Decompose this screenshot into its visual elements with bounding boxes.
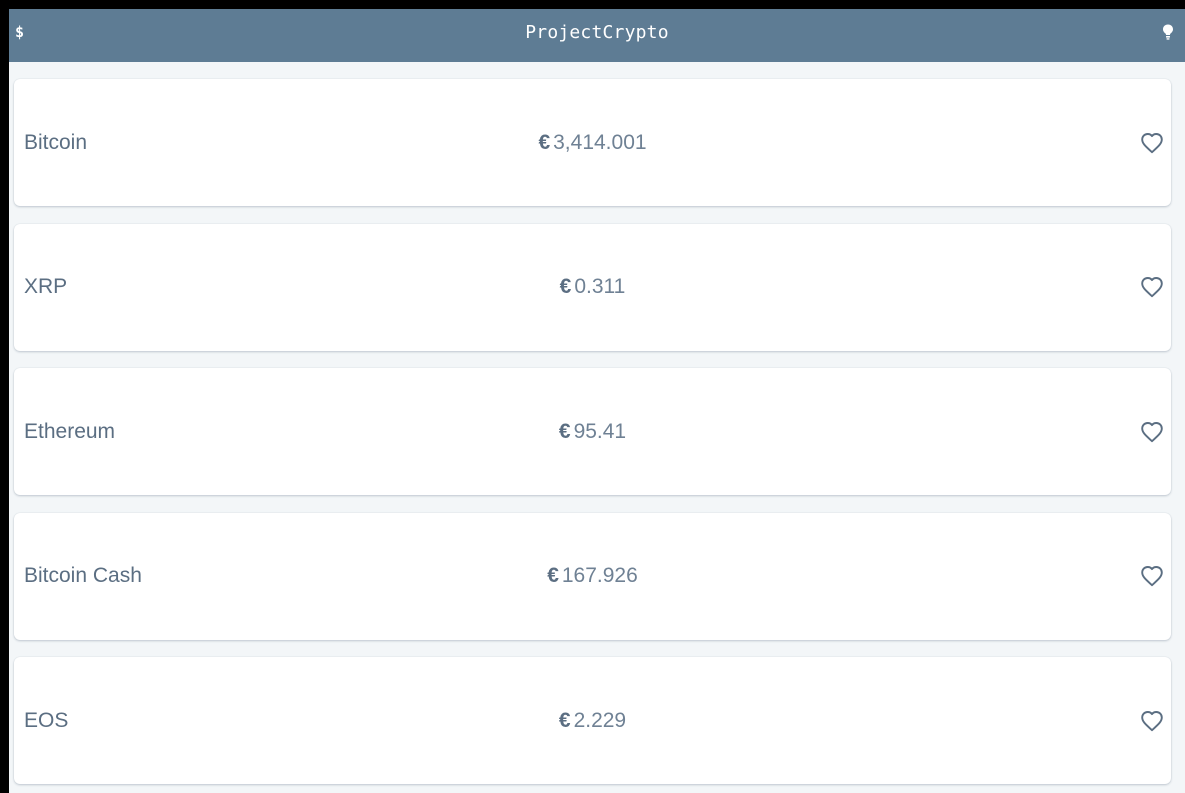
coin-price-value: 2.229 bbox=[573, 708, 627, 732]
heart-outline-icon[interactable] bbox=[1140, 276, 1164, 298]
euro-icon: € bbox=[558, 419, 571, 443]
euro-icon: € bbox=[559, 275, 572, 298]
app-title: ProjectCrypto bbox=[525, 22, 669, 43]
crypto-list: Bitcoin €3,414.001 XRP €0.311 Ethereum €… bbox=[14, 79, 1171, 793]
heart-outline-icon[interactable] bbox=[1140, 565, 1164, 587]
coin-name: Bitcoin bbox=[24, 130, 88, 154]
euro-icon: € bbox=[547, 564, 559, 587]
lightbulb-icon[interactable] bbox=[1161, 23, 1175, 41]
euro-icon: € bbox=[558, 708, 571, 732]
coin-price-value: 3,414.001 bbox=[553, 130, 647, 154]
heart-outline-icon[interactable] bbox=[1140, 710, 1164, 732]
app-window: $ ProjectCrypto Bitcoin €3,414.001 XRP €… bbox=[9, 9, 1185, 793]
coin-price: €0.311 bbox=[560, 275, 626, 299]
coin-name: Bitcoin Cash bbox=[24, 564, 142, 587]
coin-name: EOS bbox=[24, 708, 69, 732]
coin-price: €95.41 bbox=[559, 420, 626, 444]
coin-name: Ethereum bbox=[24, 419, 116, 443]
heart-outline-icon[interactable] bbox=[1140, 132, 1164, 154]
coin-card-ethereum[interactable]: Ethereum €95.41 bbox=[14, 368, 1171, 495]
coin-card-eos[interactable]: EOS €2.229 bbox=[14, 657, 1171, 784]
top-app-bar: $ ProjectCrypto bbox=[9, 9, 1185, 62]
coin-card-bitcoin[interactable]: Bitcoin €3,414.001 bbox=[14, 79, 1171, 206]
coin-card-bitcoin-cash[interactable]: Bitcoin Cash €167.926 bbox=[14, 512, 1171, 640]
coin-price-value: 95.41 bbox=[573, 419, 627, 443]
coin-price: €167.926 bbox=[547, 564, 638, 588]
coin-price-value: 0.311 bbox=[574, 275, 626, 298]
coin-price: €3,414.001 bbox=[538, 131, 646, 155]
coin-price-value: 167.926 bbox=[561, 564, 638, 587]
coin-card-xrp[interactable]: XRP €0.311 bbox=[14, 223, 1171, 351]
euro-icon: € bbox=[538, 130, 551, 154]
coin-name: XRP bbox=[24, 275, 68, 298]
heart-outline-icon[interactable] bbox=[1140, 421, 1164, 443]
coin-price: €2.229 bbox=[559, 709, 626, 733]
